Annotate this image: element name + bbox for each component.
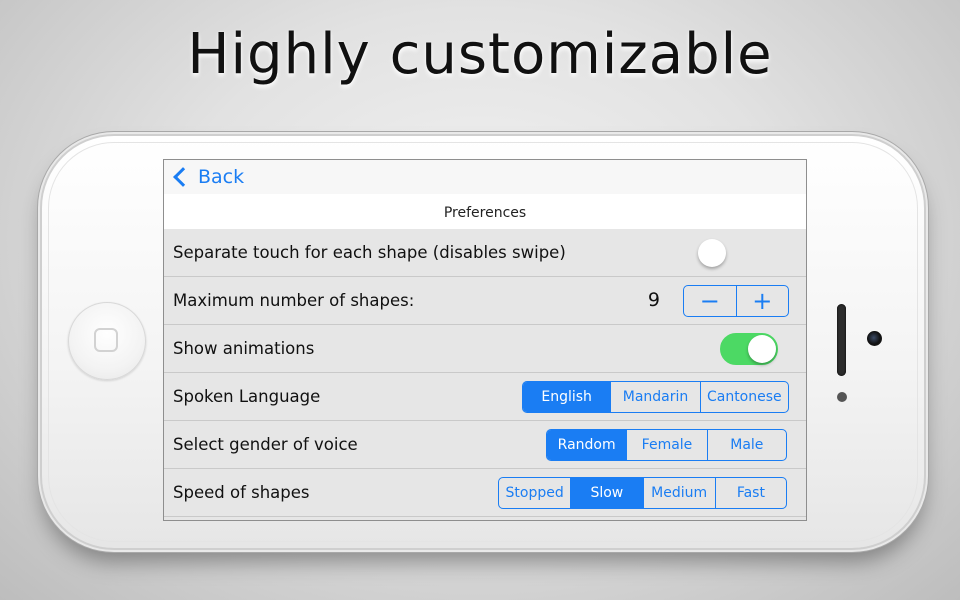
back-button-label: Back	[198, 166, 245, 188]
spoken-language-segmented-control: English Mandarin Cantonese	[522, 381, 789, 413]
section-title: Preferences	[164, 194, 806, 229]
segment-mandarin[interactable]: Mandarin	[610, 382, 699, 412]
voice-gender-segmented-control: Random Female Male	[546, 429, 787, 461]
row-label: Speed of shapes	[173, 483, 310, 502]
headline: Highly customizable	[187, 22, 773, 87]
segment-cantonese[interactable]: Cantonese	[699, 382, 788, 412]
increment-button[interactable]: +	[735, 286, 789, 316]
row-separate-touch: Separate touch for each shape (disables …	[164, 229, 806, 277]
segment-medium[interactable]: Medium	[642, 478, 715, 508]
row-show-animations: Show animations	[164, 325, 806, 373]
separate-touch-toggle[interactable]	[696, 237, 754, 269]
speed-segmented-control: Stopped Slow Medium Fast	[498, 477, 787, 509]
segment-male[interactable]: Male	[706, 430, 786, 460]
row-label: Maximum number of shapes:	[173, 291, 415, 310]
row-max-shapes: Maximum number of shapes: 9 − +	[164, 277, 806, 325]
row-label: Show animations	[173, 339, 315, 358]
home-square-icon	[94, 328, 118, 352]
decrement-button[interactable]: −	[684, 286, 736, 316]
row-label: Select gender of voice	[173, 435, 358, 454]
segment-slow[interactable]: Slow	[570, 478, 643, 508]
row-label: Spoken Language	[173, 387, 321, 406]
segment-random[interactable]: Random	[547, 430, 627, 460]
toggle-knob	[698, 239, 726, 267]
front-camera-icon	[867, 331, 882, 346]
home-button[interactable]	[68, 302, 146, 380]
chevron-left-icon	[173, 167, 193, 187]
earpiece-speaker	[837, 304, 846, 376]
row-speed: Speed of shapes Stopped Slow Medium Fast	[164, 469, 806, 517]
phone-screen: Back Preferences Separate touch for each…	[163, 159, 807, 521]
proximity-sensor	[837, 392, 847, 402]
toggle-knob	[748, 335, 776, 363]
back-button[interactable]: Back	[172, 166, 244, 188]
segment-english[interactable]: English	[523, 382, 611, 412]
show-animations-toggle[interactable]	[720, 333, 778, 365]
segment-female[interactable]: Female	[626, 430, 706, 460]
row-spoken-language: Spoken Language English Mandarin Cantone…	[164, 373, 806, 421]
row-label: Separate touch for each shape (disables …	[173, 243, 566, 262]
row-voice-gender: Select gender of voice Random Female Mal…	[164, 421, 806, 469]
segment-fast[interactable]: Fast	[714, 478, 786, 508]
max-shapes-stepper: − +	[683, 285, 789, 317]
max-shapes-value: 9	[647, 289, 660, 311]
navigation-bar: Back	[164, 160, 806, 194]
segment-stopped[interactable]: Stopped	[499, 478, 570, 508]
